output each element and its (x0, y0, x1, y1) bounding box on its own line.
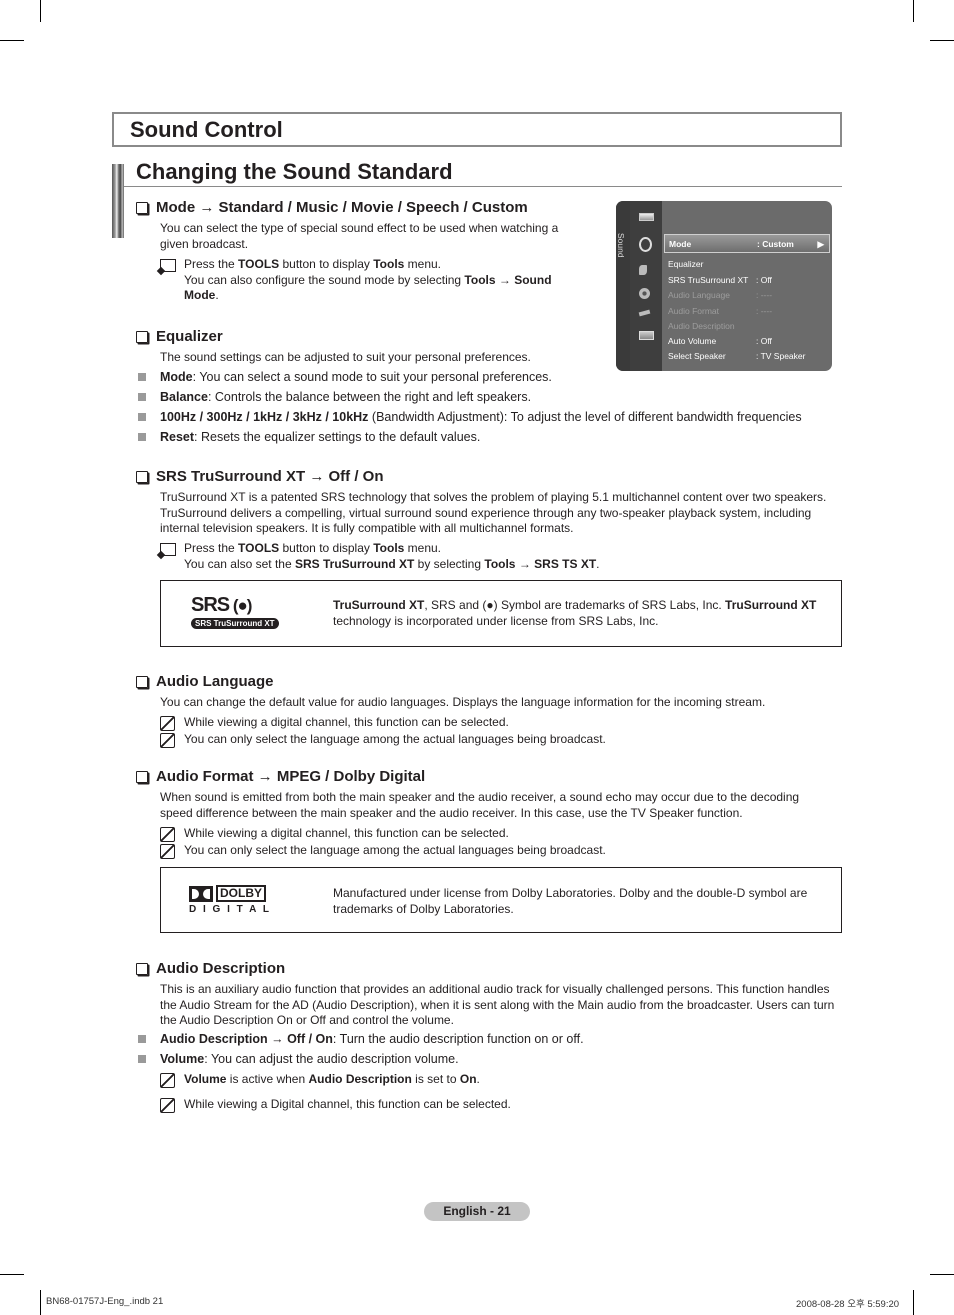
page-number-badge: English - 21 (424, 1202, 530, 1221)
checkbox-icon (136, 330, 148, 343)
crop-mark (0, 1274, 24, 1275)
crop-mark (40, 1290, 41, 1315)
checkbox-icon (136, 962, 148, 975)
audio-description-heading: Audio Description (136, 960, 285, 977)
section-title: Sound Control (130, 117, 283, 142)
dolby-trademark-text: Manufactured under license from Dolby La… (333, 886, 808, 916)
checkbox-icon (136, 470, 148, 483)
bullet-icon (138, 1034, 146, 1043)
mode-tools-note: Press the TOOLS button to display Tools … (160, 257, 580, 304)
osd-item-equalizer[interactable]: Equalizer (668, 257, 828, 272)
picture-icon[interactable] (639, 213, 654, 221)
mode-heading: Mode → Standard / Music / Movie / Speech… (136, 199, 528, 216)
bullet-icon (138, 1054, 146, 1063)
osd-sound-menu: Sound Mode: Custom ▶ Equalizer SRS TruSur… (616, 201, 832, 371)
note-icon (160, 1098, 175, 1113)
dolby-logo: DOLBY D I G I T A L (189, 885, 271, 915)
osd-side-tab: Sound (616, 201, 630, 371)
osd-item-select-speaker[interactable]: Select Speaker: TV Speaker (668, 349, 828, 364)
srs-trademark-text: TruSurround XT, SRS and (●) Symbol are t… (333, 598, 817, 628)
checkbox-icon (136, 675, 148, 688)
audio-description-note: Volume is active when Audio Description … (160, 1072, 480, 1092)
crop-mark (913, 0, 914, 22)
osd-item-auto-volume[interactable]: Auto Volume: Off (668, 334, 828, 349)
osd-side-label: Sound (616, 233, 626, 258)
osd-item-audio-description: Audio Description (668, 321, 735, 331)
channel-icon[interactable] (639, 265, 647, 275)
audio-description-bullet: Volume: You can adjust the audio descrip… (138, 1052, 459, 1067)
srs-trademark-box: SRS (●) SRS TruSurround XT TruSurround X… (160, 580, 842, 647)
crop-mark (40, 0, 41, 22)
equalizer-heading: Equalizer (136, 328, 223, 345)
osd-item-audio-format: Audio Format: ---- (668, 306, 773, 316)
footer-timestamp: 2008-08-28 오후 5:59:20 (796, 1299, 900, 1310)
osd-icon-column (630, 201, 662, 371)
crop-mark (913, 1290, 914, 1315)
mode-heading-text: Mode → Standard / Music / Movie / Speech… (156, 199, 528, 216)
note-icon (160, 716, 175, 731)
osd-item-mode[interactable]: Mode: Custom ▶ (664, 234, 830, 253)
crop-mark (0, 40, 24, 41)
bullet-icon (138, 392, 146, 401)
subsection-bar (112, 164, 124, 238)
srs-body: TruSurround XT is a patented SRS technol… (160, 490, 827, 535)
footer-file-name: BN68-01757J-Eng_.indb 21 (46, 1296, 164, 1307)
right-arrow-icon: ▶ (817, 239, 824, 249)
note-icon (160, 827, 175, 842)
audio-language-body: You can change the default value for aud… (160, 695, 766, 709)
mode-body: You can select the type of special sound… (160, 221, 559, 251)
osd-item-srs[interactable]: SRS TruSurround XT: Off (668, 273, 828, 288)
audio-description-bullet: Audio Description → Off / On: Turn the a… (138, 1032, 584, 1047)
audio-language-note: You can only select the language among t… (160, 732, 606, 752)
note-icon (160, 733, 175, 748)
crop-mark (930, 40, 954, 41)
bullet-icon (138, 432, 146, 441)
section-header: Sound Control (112, 112, 842, 147)
osd-item-audio-language: Audio Language: ---- (668, 290, 773, 300)
srs-heading: SRS TruSurround XT → Off / On (136, 468, 384, 485)
note-icon (160, 1073, 175, 1088)
equalizer-bullet: Mode: You can select a sound mode to sui… (138, 370, 552, 385)
dolby-trademark-box: DOLBY D I G I T A L Manufactured under l… (160, 867, 842, 933)
equalizer-bullet: Reset: Resets the equalizer settings to … (138, 430, 480, 445)
srs-tools-note: Press the TOOLS button to display Tools … (160, 541, 840, 572)
bullet-icon (138, 372, 146, 381)
tools-icon (160, 259, 176, 272)
tools-icon (160, 543, 176, 556)
subsection-rule (124, 186, 842, 187)
checkbox-icon (136, 201, 148, 214)
equalizer-body: The sound settings can be adjusted to su… (160, 350, 531, 364)
subsection-title: Changing the Sound Standard (136, 159, 453, 184)
srs-logo: SRS (●) SRS TruSurround XT (191, 595, 281, 629)
note-icon (160, 844, 175, 859)
audio-language-heading: Audio Language (136, 673, 274, 690)
checkbox-icon (136, 770, 148, 783)
audio-format-body: When sound is emitted from both the main… (160, 790, 800, 820)
equalizer-bullet: 100Hz / 300Hz / 1kHz / 3kHz / 10kHz (Ban… (138, 410, 802, 425)
audio-format-note: You can only select the language among t… (160, 843, 606, 863)
sound-icon[interactable] (639, 237, 652, 252)
audio-format-heading: Audio Format → MPEG / Dolby Digital (136, 768, 425, 785)
audio-description-note: While viewing a Digital channel, this fu… (160, 1097, 511, 1117)
input-icon[interactable] (638, 309, 651, 317)
application-icon[interactable] (639, 331, 654, 340)
equalizer-bullet: Balance: Controls the balance between th… (138, 390, 531, 405)
bullet-icon (138, 412, 146, 421)
setup-icon[interactable] (639, 288, 650, 299)
crop-mark (930, 1274, 954, 1275)
audio-description-body: This is an auxiliary audio function that… (160, 982, 835, 1027)
